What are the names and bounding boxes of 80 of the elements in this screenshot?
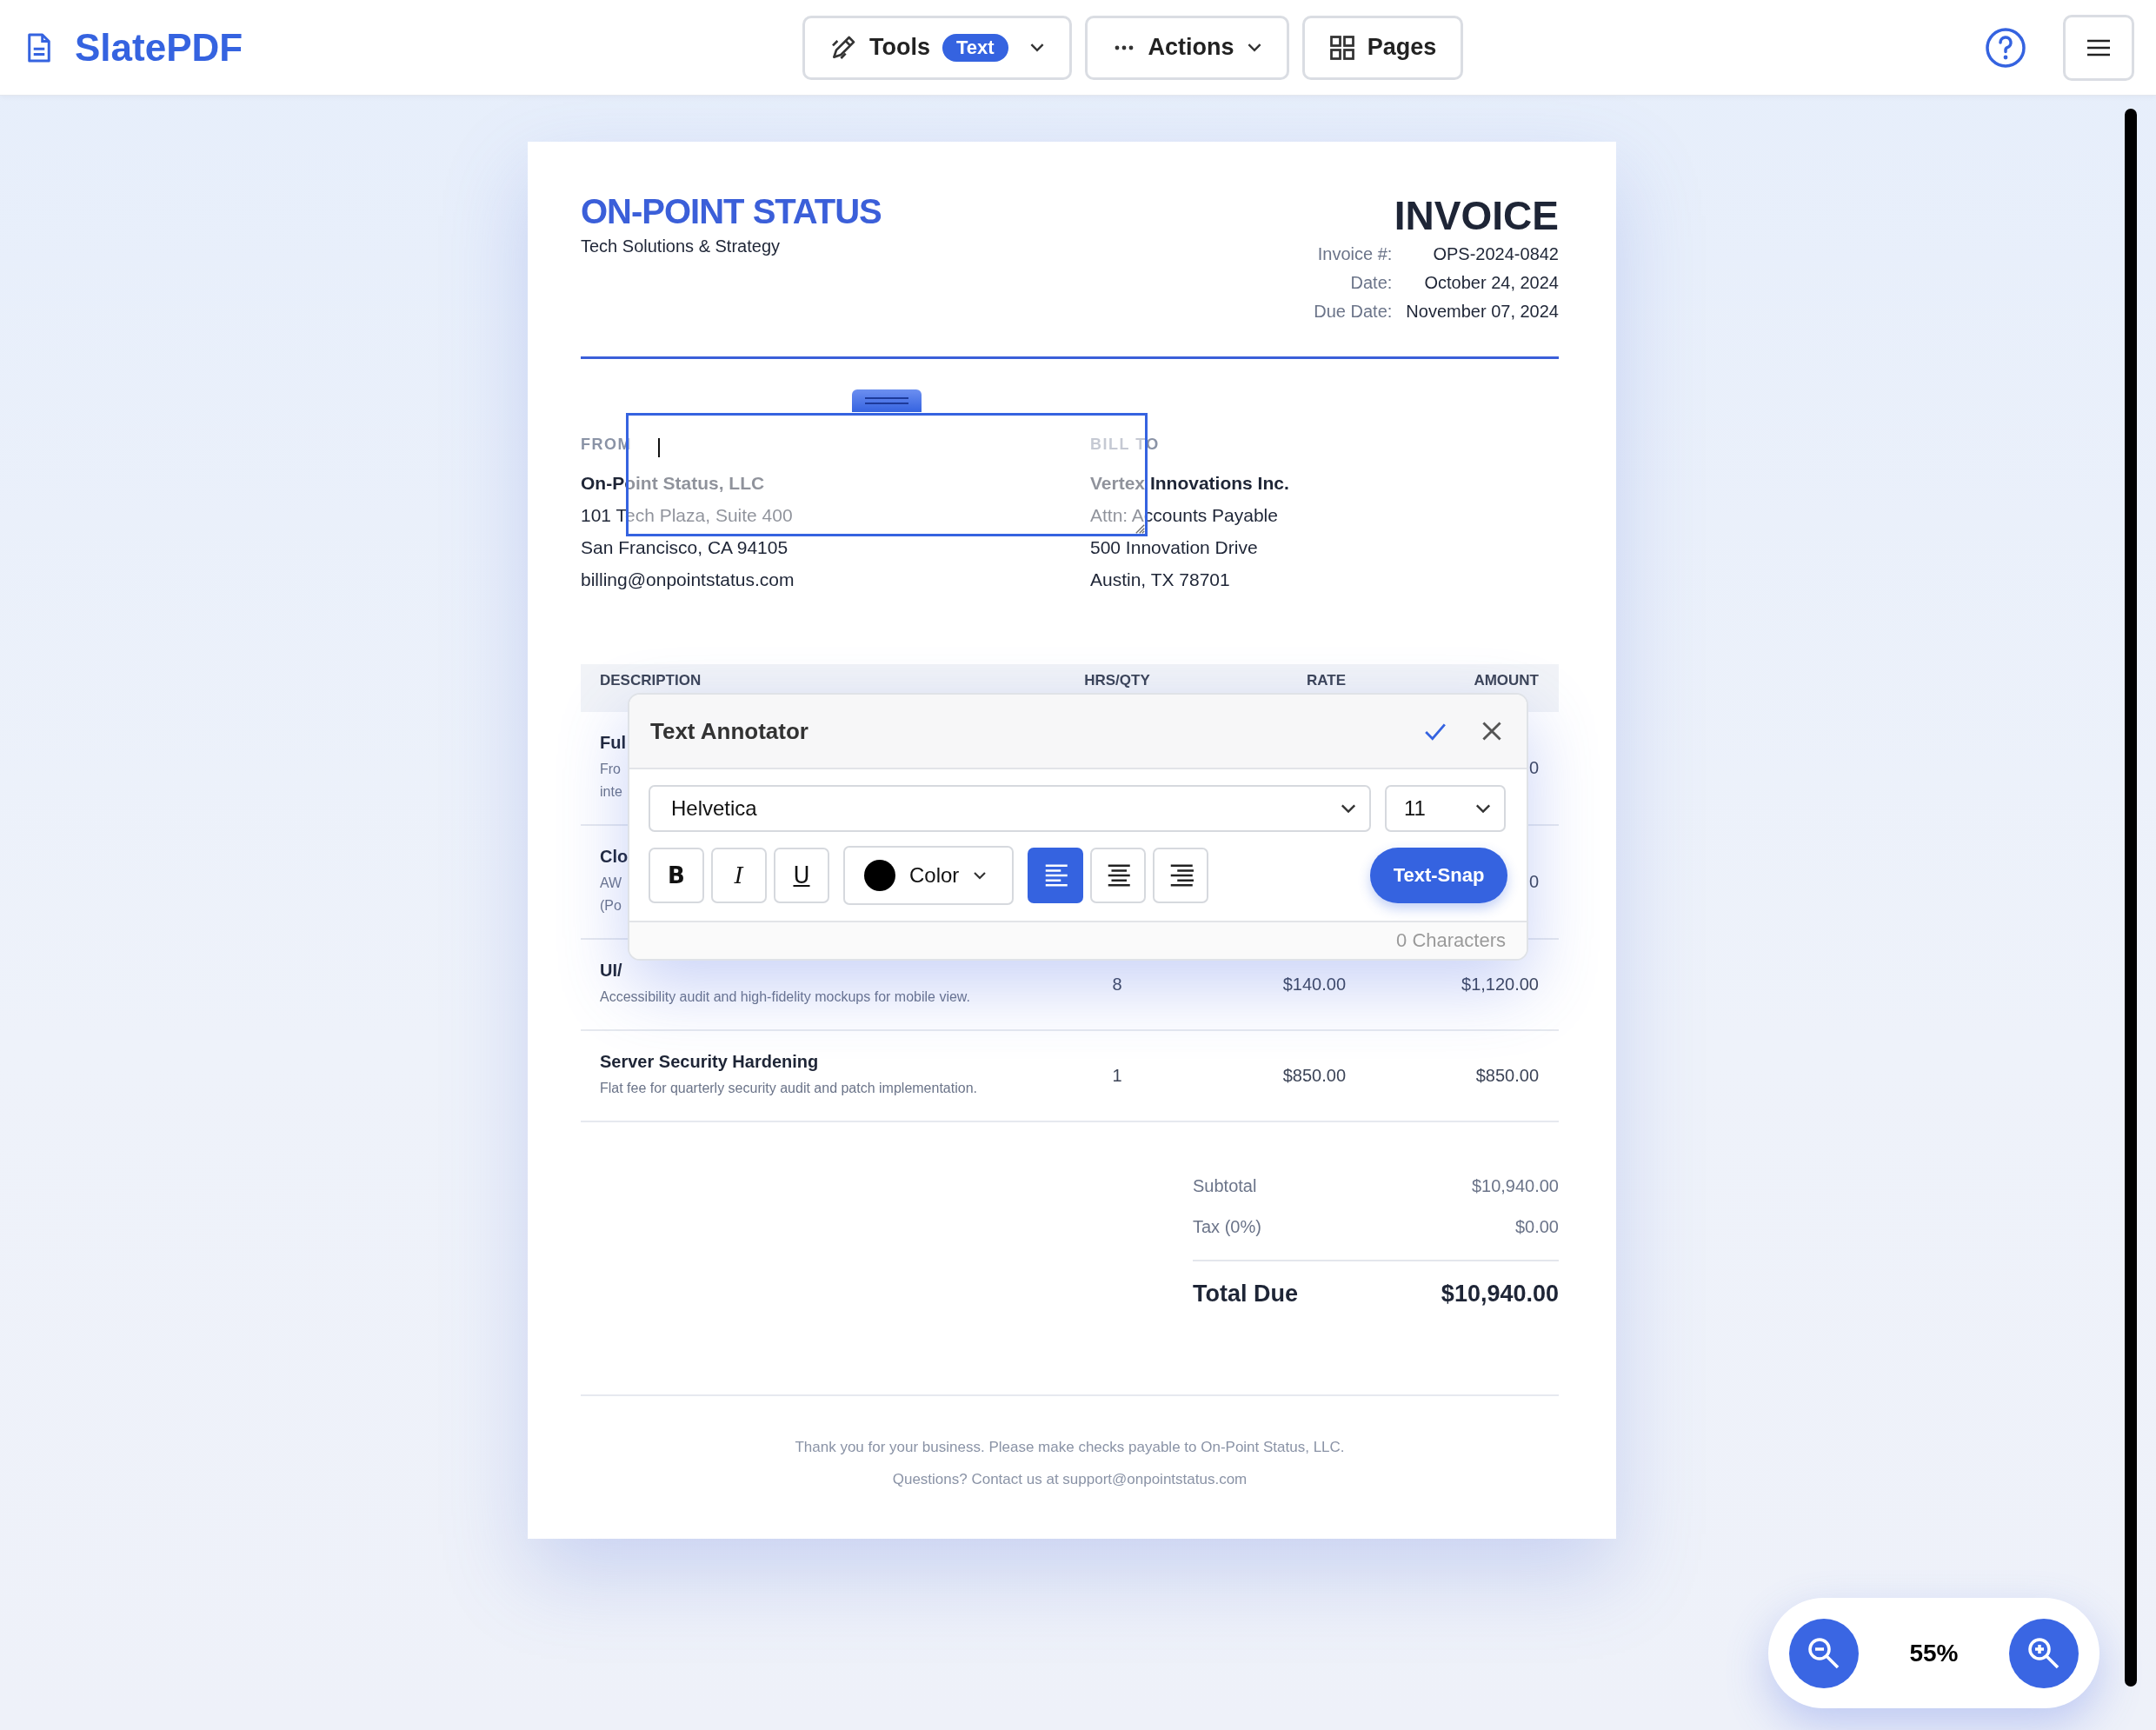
app-name: SlatePDF bbox=[75, 25, 243, 70]
item-title: Ful bbox=[600, 733, 626, 753]
drag-handle[interactable] bbox=[852, 389, 922, 412]
menu-button[interactable] bbox=[2063, 14, 2134, 81]
column-header: DESCRIPTION bbox=[599, 671, 702, 689]
address-line: San Francisco, CA 94105 bbox=[581, 537, 789, 558]
meta-label: Invoice #: bbox=[1316, 244, 1393, 264]
mode-badge: Text bbox=[942, 33, 1008, 62]
item-title: Server Security Hardening bbox=[600, 1052, 819, 1072]
quantity-cell: 8 bbox=[1112, 975, 1122, 994]
menu-icon bbox=[2086, 37, 2112, 57]
pages-button[interactable]: Pages bbox=[1301, 15, 1464, 80]
chevron-down-icon bbox=[1028, 43, 1045, 52]
total-value: $10,940.00 bbox=[1471, 1176, 1559, 1196]
resize-grip-icon[interactable] bbox=[1135, 524, 1145, 534]
amount-cell: 0 bbox=[1528, 758, 1539, 777]
total-value: $10,940.00 bbox=[1441, 1281, 1559, 1307]
item-description: inte bbox=[600, 783, 622, 801]
text-cursor bbox=[658, 438, 660, 457]
company-tagline: Tech Solutions & Strategy bbox=[581, 236, 781, 256]
chevron-down-icon bbox=[1246, 43, 1262, 52]
align-center-button[interactable] bbox=[1090, 848, 1146, 903]
item-description: AW bbox=[600, 875, 622, 892]
item-title: UI/ bbox=[600, 961, 622, 981]
text-snap-button[interactable]: Text-Snap bbox=[1370, 848, 1507, 903]
grid-icon bbox=[1328, 34, 1355, 61]
meta-value: OPS-2024-0842 bbox=[1432, 244, 1559, 264]
company-name: ON-POINT STATUS bbox=[581, 192, 882, 231]
amount-cell: 0 bbox=[1528, 872, 1539, 891]
zoom-in-icon bbox=[2026, 1635, 2061, 1671]
tools-menu-button[interactable]: Tools Text bbox=[802, 15, 1072, 80]
actions-menu-button[interactable]: Actions bbox=[1084, 15, 1289, 80]
zoom-out-icon bbox=[1807, 1635, 1841, 1671]
item-title: Clo bbox=[600, 847, 629, 867]
amount-cell: $850.00 bbox=[1475, 1066, 1539, 1085]
character-count: 0 Characters bbox=[1396, 929, 1506, 952]
document-icon bbox=[26, 31, 52, 63]
chevron-down-icon bbox=[1340, 803, 1357, 814]
font-select[interactable]: Helvetica bbox=[649, 785, 1371, 832]
column-header: RATE bbox=[1306, 671, 1347, 689]
size-select[interactable]: 11 bbox=[1385, 785, 1506, 832]
meta-value: October 24, 2024 bbox=[1423, 273, 1559, 293]
bold-button[interactable]: B bbox=[649, 848, 704, 903]
scrollbar[interactable] bbox=[2125, 109, 2137, 1687]
meta-value: November 07, 2024 bbox=[1406, 302, 1559, 322]
close-icon[interactable] bbox=[1481, 721, 1502, 742]
quantity-cell: 1 bbox=[1112, 1066, 1122, 1085]
invoice-title: INVOICE bbox=[1394, 192, 1559, 239]
meta-label: Due Date: bbox=[1314, 302, 1393, 322]
item-description: Flat fee for quarterly security audit and patch implementation. bbox=[600, 1080, 977, 1097]
column-header: HRS/QTY bbox=[1083, 671, 1151, 689]
rate-cell: $140.00 bbox=[1282, 975, 1346, 994]
total-value: $0.00 bbox=[1514, 1217, 1559, 1237]
item-description: Accessibility audit and high-fidelity mockups for mobile view. bbox=[600, 988, 970, 1006]
party-name: Vertex Innovations Inc. bbox=[1090, 473, 1289, 494]
meta-label: Date: bbox=[1349, 273, 1393, 293]
help-icon[interactable] bbox=[1985, 26, 2026, 69]
footer-note: Thank you for your business. Please make checks payable to On-Point Status, LLC. bbox=[794, 1438, 1346, 1457]
total-label: Total Due bbox=[1193, 1281, 1298, 1307]
address-line: Austin, TX 78701 bbox=[1090, 569, 1230, 590]
italic-button[interactable]: I bbox=[711, 848, 767, 903]
address-line: billing@onpointstatus.com bbox=[581, 569, 795, 590]
item-description: (Po bbox=[600, 897, 622, 915]
color-button[interactable]: Color bbox=[843, 846, 1014, 905]
item-description: Fro bbox=[600, 761, 621, 778]
footer-note: Questions? Contact us at support@onpointstatus.com bbox=[891, 1470, 1248, 1489]
total-label: Tax (0%) bbox=[1193, 1217, 1261, 1237]
chevron-down-icon bbox=[1474, 803, 1492, 814]
check-icon[interactable] bbox=[1424, 722, 1447, 741]
column-header: AMOUNT bbox=[1473, 671, 1540, 689]
align-left-button[interactable] bbox=[1028, 848, 1083, 903]
amount-cell: $1,120.00 bbox=[1461, 975, 1539, 994]
underline-button[interactable]: U bbox=[774, 848, 829, 903]
total-label: Subtotal bbox=[1193, 1176, 1257, 1196]
align-right-button[interactable] bbox=[1153, 848, 1208, 903]
panel-title: Text Annotator bbox=[650, 717, 808, 745]
rate-cell: $850.00 bbox=[1282, 1066, 1346, 1085]
zoom-level: 55% bbox=[1909, 1639, 1959, 1667]
chevron-down-icon bbox=[973, 871, 988, 880]
address-line: 500 Innovation Drive bbox=[1090, 537, 1258, 558]
